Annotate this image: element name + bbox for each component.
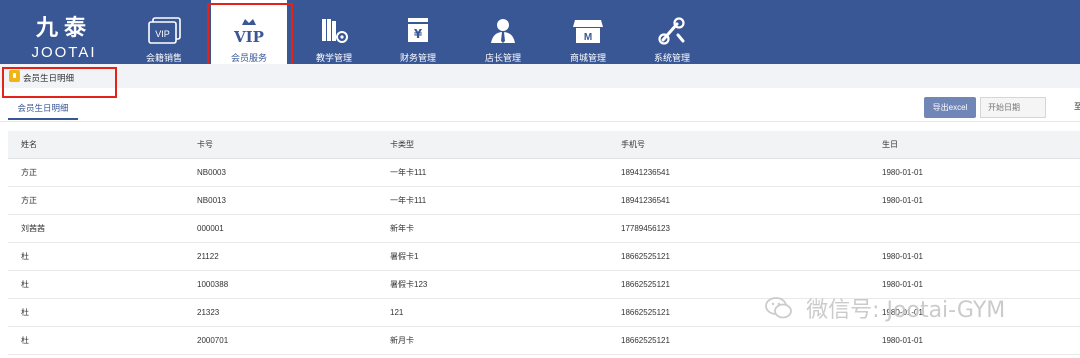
- svg-text:M: M: [584, 32, 592, 43]
- nav-item-store-manager[interactable]: 店长管理: [465, 0, 541, 64]
- logo-wordmark: JOOTAI: [31, 44, 97, 61]
- cell-phone: 18662525121: [621, 252, 670, 261]
- divider: [0, 121, 1080, 122]
- svg-text:¥: ¥: [414, 27, 423, 41]
- nav-item-system[interactable]: 系统管理: [634, 0, 710, 64]
- cell-name: 杜: [21, 308, 29, 317]
- cell-card-type: 一年卡111: [390, 168, 427, 177]
- cell-card-type: 新年卡: [390, 224, 414, 233]
- cell-card-no: NB0013: [197, 196, 226, 205]
- cell-card-no: 21323: [197, 308, 220, 317]
- table-row[interactable]: 方正 NB0003 一年卡111 18941236541 1980-01-01: [8, 159, 1080, 187]
- nav-label: 会籍销售: [145, 53, 182, 63]
- cell-card-type: 121: [390, 308, 404, 317]
- column-header-birthday[interactable]: 生日: [882, 131, 898, 159]
- cell-name: 方正: [21, 196, 37, 205]
- date-range-separator: 至: [1074, 102, 1080, 111]
- cell-name: 刘茜茜: [21, 224, 45, 233]
- cell-phone: 18662525121: [621, 280, 670, 289]
- table-row[interactable]: 刘茜茜 000001 新年卡 17789456123: [8, 215, 1080, 243]
- table-header-row: 姓名 卡号 卡类型 手机号 生日: [8, 131, 1080, 159]
- nav-item-finance[interactable]: ¥ 财务管理: [380, 0, 456, 64]
- brand-logo[interactable]: 九泰 JOOTAI: [24, 10, 104, 61]
- cell-card-type: 暑假卡123: [390, 280, 428, 289]
- nav-item-mall[interactable]: M 商城管理: [550, 0, 626, 64]
- table-row[interactable]: 杜 2000701 新月卡 18662525121 1980-01-01: [8, 327, 1080, 355]
- nav-label: 会员服务: [230, 53, 267, 63]
- nav-label: 教学管理: [315, 53, 352, 63]
- wechat-icon: [765, 297, 792, 319]
- start-date-input[interactable]: [980, 97, 1046, 118]
- cell-birthday: 1980-01-01: [882, 336, 923, 345]
- cell-phone: 17789456123: [621, 224, 670, 233]
- books-gear-icon: [322, 19, 348, 43]
- cell-name: 杜: [21, 336, 29, 345]
- cell-card-type: 新月卡: [390, 336, 414, 345]
- settings-tools-icon: [658, 17, 685, 45]
- store-icon: M: [573, 20, 603, 43]
- nav-item-teaching[interactable]: 教学管理: [296, 0, 372, 64]
- column-header-card-type[interactable]: 卡类型: [390, 131, 414, 159]
- tab-member-birthday[interactable]: 会员生日明细: [8, 99, 78, 120]
- cell-phone: 18941236541: [621, 196, 670, 205]
- cell-phone: 18662525121: [621, 336, 670, 345]
- cell-card-no: NB0003: [197, 168, 226, 177]
- table-row[interactable]: 方正 NB0013 一年卡111 18941236541 1980-01-01: [8, 187, 1080, 215]
- svg-text:VIP: VIP: [155, 29, 170, 39]
- cell-card-no: 2000701: [197, 336, 229, 345]
- nav-label: 系统管理: [653, 53, 690, 63]
- yen-box-icon: ¥: [408, 18, 428, 42]
- watermark-text: 微信号: Jootai-GYM: [806, 298, 1006, 323]
- cell-card-no: 000001: [197, 224, 224, 233]
- breadcrumb: [0, 64, 1080, 88]
- manager-icon: [491, 19, 515, 43]
- cell-name: 杜: [21, 252, 29, 261]
- cell-name: 杜: [21, 280, 29, 289]
- cell-card-no: 1000388: [197, 280, 229, 289]
- nav-item-membership-sales[interactable]: VIP 会籍销售: [126, 0, 202, 64]
- logo-glyphs: 九泰: [35, 15, 92, 41]
- cell-name: 方正: [21, 168, 37, 177]
- breadcrumb-label: 会员生日明细: [23, 73, 75, 83]
- table-row[interactable]: 杜 21122 暑假卡1 18662525121 1980-01-01: [8, 243, 1080, 271]
- export-excel-button[interactable]: 导出excel: [924, 97, 976, 118]
- svg-text:VIP: VIP: [233, 28, 264, 46]
- cell-birthday: 1980-01-01: [882, 168, 923, 177]
- nav-label: 商城管理: [569, 53, 606, 63]
- cell-card-no: 21122: [197, 252, 219, 261]
- column-header-name[interactable]: 姓名: [21, 131, 37, 159]
- cell-phone: 18662525121: [621, 308, 670, 317]
- nav-label: 财务管理: [399, 53, 436, 63]
- cell-birthday: 1980-01-01: [882, 196, 923, 205]
- vip-card-icon: VIP: [148, 17, 181, 44]
- bulb-icon: [9, 70, 20, 82]
- nav-item-member-service[interactable]: VIP 会员服务: [211, 0, 287, 64]
- cell-card-type: 暑假卡1: [390, 252, 419, 261]
- cell-card-type: 一年卡111: [390, 196, 427, 205]
- column-header-card-no[interactable]: 卡号: [197, 131, 213, 159]
- wechat-watermark: 微信号: Jootai-GYM: [764, 292, 1005, 328]
- cell-birthday: 1980-01-01: [882, 252, 923, 261]
- nav-label: 店长管理: [484, 53, 521, 63]
- vip-crown-icon: VIP: [233, 19, 264, 46]
- cell-phone: 18941236541: [621, 168, 670, 177]
- column-header-phone[interactable]: 手机号: [621, 131, 645, 159]
